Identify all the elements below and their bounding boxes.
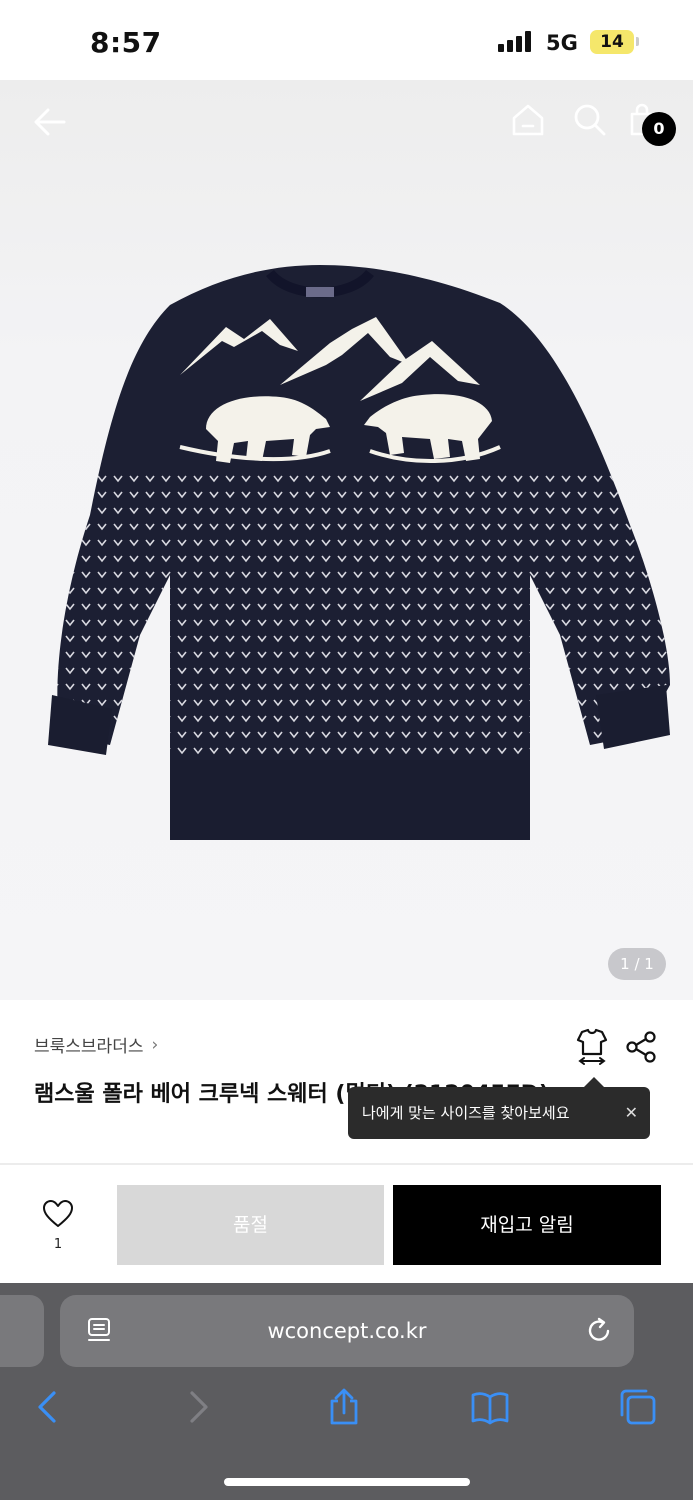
signal-icon	[498, 30, 531, 52]
chevron-right-icon: ›	[151, 1034, 159, 1055]
size-guide-icon[interactable]	[574, 1026, 610, 1066]
tabs-icon[interactable]	[618, 1387, 658, 1427]
wishlist-button[interactable]: 1	[36, 1199, 80, 1259]
soldout-button: 품절	[117, 1185, 384, 1265]
tooltip-arrow	[584, 1077, 604, 1087]
wishlist-count: 1	[53, 1237, 63, 1252]
search-icon[interactable]	[570, 100, 610, 140]
url-text: wconcept.co.kr	[267, 1319, 427, 1343]
status-time: 8:57	[90, 26, 162, 59]
home-indicator	[224, 1478, 470, 1486]
heart-icon	[43, 1200, 73, 1227]
back-icon[interactable]	[28, 1387, 68, 1427]
restock-alert-button[interactable]: 재입고 알림	[393, 1185, 661, 1265]
network-label: 5G	[546, 31, 578, 55]
back-arrow-icon[interactable]	[30, 102, 70, 142]
size-tooltip: 나에게 맞는 사이즈를 찾아보세요 ✕	[348, 1087, 650, 1139]
product-image	[48, 265, 670, 840]
battery-tip	[636, 37, 639, 46]
battery-icon: 14	[590, 30, 634, 54]
action-bar: 1 품절 재입고 알림	[0, 1165, 693, 1283]
browser-toolbar: wconcept.co.kr	[0, 1283, 693, 1500]
product-gallery[interactable]: 0 1 / 1	[0, 80, 693, 1000]
share-icon[interactable]	[624, 1030, 658, 1064]
status-bar: 8:57 5G 14	[0, 0, 693, 80]
share-sheet-icon[interactable]	[324, 1387, 364, 1427]
product-info: 브룩스브라더스 › 램스울 폴라 베어 크루넥 스웨터 (멀티) (212045…	[0, 1000, 693, 1165]
previous-tab-preview[interactable]	[0, 1295, 44, 1367]
reload-icon[interactable]	[584, 1315, 614, 1345]
tooltip-text: 나에게 맞는 사이즈를 찾아보세요	[362, 1104, 570, 1122]
home-icon[interactable]	[508, 100, 548, 140]
brand-link[interactable]: 브룩스브라더스 ›	[34, 1032, 159, 1058]
gallery-pager: 1 / 1	[608, 948, 666, 980]
cart-count-badge[interactable]: 0	[642, 112, 676, 146]
close-icon[interactable]: ✕	[625, 1087, 638, 1139]
brand-name: 브룩스브라더스	[34, 1037, 144, 1057]
address-bar[interactable]: wconcept.co.kr	[60, 1295, 634, 1367]
bookmarks-icon[interactable]	[470, 1387, 510, 1427]
forward-icon[interactable]	[178, 1387, 218, 1427]
